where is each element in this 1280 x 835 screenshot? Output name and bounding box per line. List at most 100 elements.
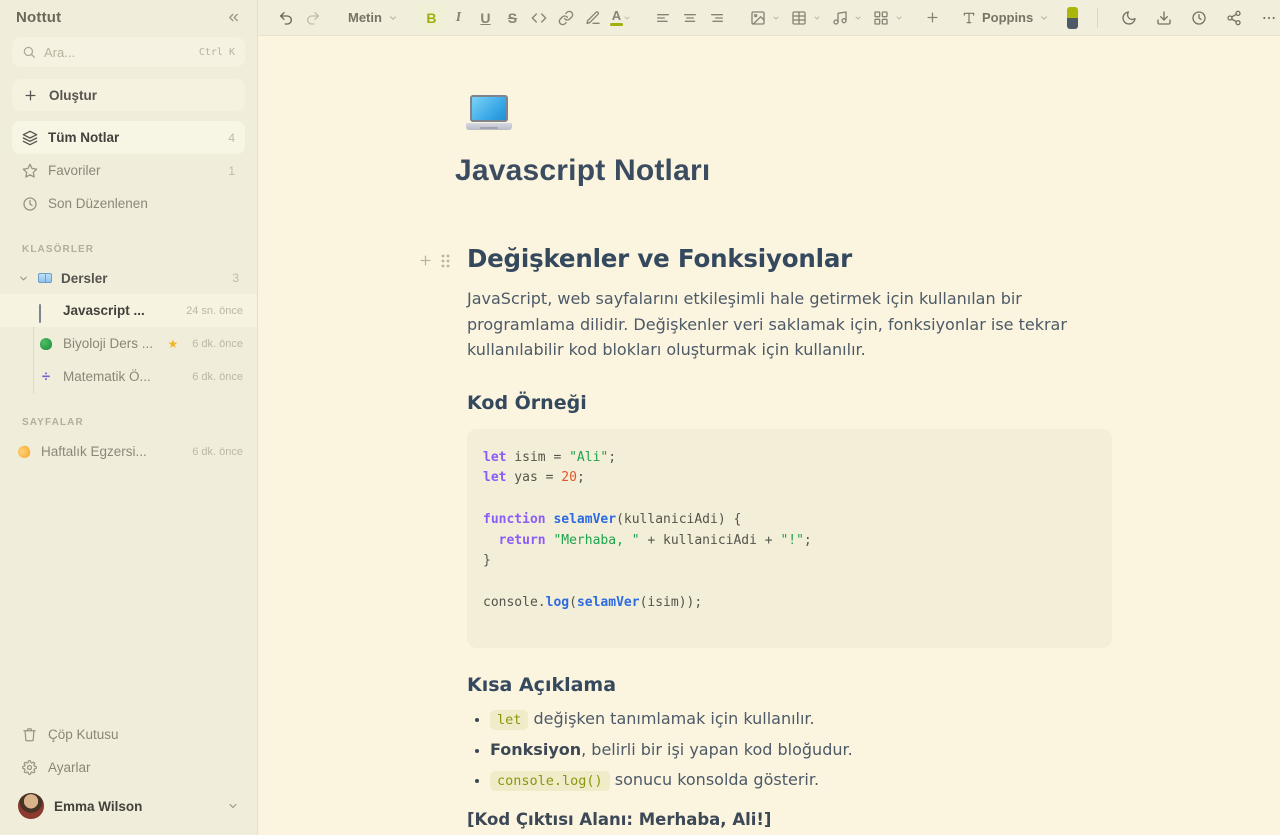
bold-button[interactable]: B [418,5,445,31]
share-button[interactable] [1221,5,1247,31]
page-time: 6 dk. önce [192,446,243,458]
sidebar-collapse-button[interactable] [226,10,241,25]
insert-media-control[interactable] [827,5,862,31]
sidebar: Nottut Ctrl K Oluştur Tüm Notlar 4 Favor… [0,0,258,835]
code-heading[interactable]: Kod Örneği [467,392,1112,414]
editor-content: Javascript Notları Değişkenler ve Fonksi… [258,36,1280,835]
link-button[interactable] [553,5,580,31]
layers-icon [22,130,38,146]
insert-blocks-control[interactable] [868,5,903,31]
sidebar-item-all-notes[interactable]: Tüm Notlar 4 [12,121,245,154]
folder-item-dersler[interactable]: Dersler 3 [12,262,245,294]
settings-label: Ayarlar [48,760,91,775]
dark-mode-button[interactable] [1116,5,1142,31]
music-icon [832,10,848,26]
align-right-button[interactable] [704,5,731,31]
folder-count: 3 [232,271,239,285]
align-right-icon [709,10,725,26]
image-icon [750,10,766,26]
insert-image-button[interactable] [745,5,772,31]
list-item[interactable]: Fonksiyon, belirli bir işi yapan kod blo… [490,740,1112,760]
ellipsis-icon [1261,10,1277,26]
create-button[interactable]: Oluştur [12,79,245,111]
open-book-emoji-icon [37,271,53,285]
note-title[interactable]: Javascript Notları [455,154,1112,188]
sidebar-item-recent[interactable]: Son Düzenlenen [12,187,245,220]
user-menu[interactable]: Emma Wilson [12,784,245,835]
note-item-biyoloji[interactable]: Biyoloji Ders ... ★ 6 dk. önce [0,327,257,360]
note-item-matematik[interactable]: ÷ Matematik Ö... 6 dk. önce [0,360,257,393]
favorite-star-icon: ★ [167,338,178,350]
avatar [18,793,44,819]
sidebar-item-trash[interactable]: Çöp Kutusu [12,718,245,751]
download-button[interactable] [1151,5,1177,31]
table-icon [791,10,807,26]
sidebar-item-settings[interactable]: Ayarlar [12,751,245,784]
search-box[interactable]: Ctrl K [12,37,245,67]
clock-icon [22,196,38,212]
font-dropdown[interactable]: Poppins [962,10,1049,25]
block-type-dropdown[interactable]: Metin [348,10,398,25]
insert-blocks-button[interactable] [868,5,895,31]
inline-code-button[interactable] [526,5,553,31]
nav-label: Tüm Notlar [48,130,119,145]
note-item-javascript[interactable]: Javascript ... 24 sn. önce [0,294,257,327]
text-color-button[interactable]: A [607,5,634,31]
app-window: Nottut Ctrl K Oluştur Tüm Notlar 4 Favor… [0,0,1280,835]
strikethrough-button[interactable]: S [499,5,526,31]
note-time: 6 dk. önce [192,338,243,350]
theme-color-swatch[interactable] [1067,7,1078,29]
align-center-button[interactable] [677,5,704,31]
folders-section-label: KLASÖRLER [22,244,235,255]
note-time: 6 dk. önce [192,371,243,383]
insert-table-button[interactable] [786,5,813,31]
chevron-down-icon [1039,13,1049,23]
page-item-haftalik[interactable]: Haftalık Egzersi... 6 dk. önce [0,435,257,468]
paragraph[interactable]: JavaScript, web sayfalarını etkileşimli … [467,286,1112,363]
page-label: Haftalık Egzersi... [41,444,147,459]
insert-table-control[interactable] [786,5,821,31]
pages-section-label: SAYFALAR [22,417,235,428]
drag-handle-icon[interactable] [440,254,451,268]
add-block-button[interactable] [919,5,946,31]
code-block[interactable]: let isim = "Ali";let yas = 20; function … [467,429,1112,648]
underline-button[interactable]: U [472,5,499,31]
bold-label: B [426,10,436,26]
sidebar-item-favorites[interactable]: Favoriler 1 [12,154,245,187]
list-item[interactable]: console.log() sonucu konsolda gösterir. [490,770,1112,791]
highlight-button[interactable] [580,5,607,31]
insert-image-control[interactable] [745,5,780,31]
main-area: Metin B I U S A [258,0,1280,835]
type-icon [962,11,976,25]
undo-button[interactable] [272,5,299,31]
laptop-emoji-icon[interactable] [465,95,513,130]
block-type-label: Metin [348,10,382,25]
highlighter-icon [585,10,601,26]
redo-button[interactable] [299,5,326,31]
bold-text: Fonksiyon [490,740,581,759]
chevron-down-icon [623,14,631,22]
search-input[interactable] [44,45,191,60]
clock-icon [1191,10,1207,26]
code-output-placeholder[interactable]: [Kod Çıktısı Alanı: Merhaba, Ali!] [467,810,1112,829]
add-block-gutter-button[interactable] [418,253,433,268]
plus-icon [23,88,38,103]
undo-icon [278,10,294,26]
app-title: Nottut [16,9,61,26]
section-heading[interactable]: Değişkenler ve Fonksiyonlar [467,244,1112,273]
more-options-button[interactable] [1256,5,1280,31]
trash-label: Çöp Kutusu [48,727,119,742]
align-left-button[interactable] [650,5,677,31]
sidebar-header: Nottut [12,2,245,32]
list-item-text: değişken tanımlamak için kullanılır. [528,709,814,728]
plus-icon [925,10,940,25]
list-item[interactable]: let değişken tanımlamak için kullanılır. [490,709,1112,730]
history-button[interactable] [1186,5,1212,31]
user-name: Emma Wilson [54,799,142,814]
folder-label: Dersler [61,271,108,286]
broccoli-emoji-icon [38,337,54,351]
summary-heading[interactable]: Kısa Açıklama [467,674,1112,696]
insert-media-button[interactable] [827,5,854,31]
italic-button[interactable]: I [445,5,472,31]
laptop-emoji-icon [38,304,54,318]
